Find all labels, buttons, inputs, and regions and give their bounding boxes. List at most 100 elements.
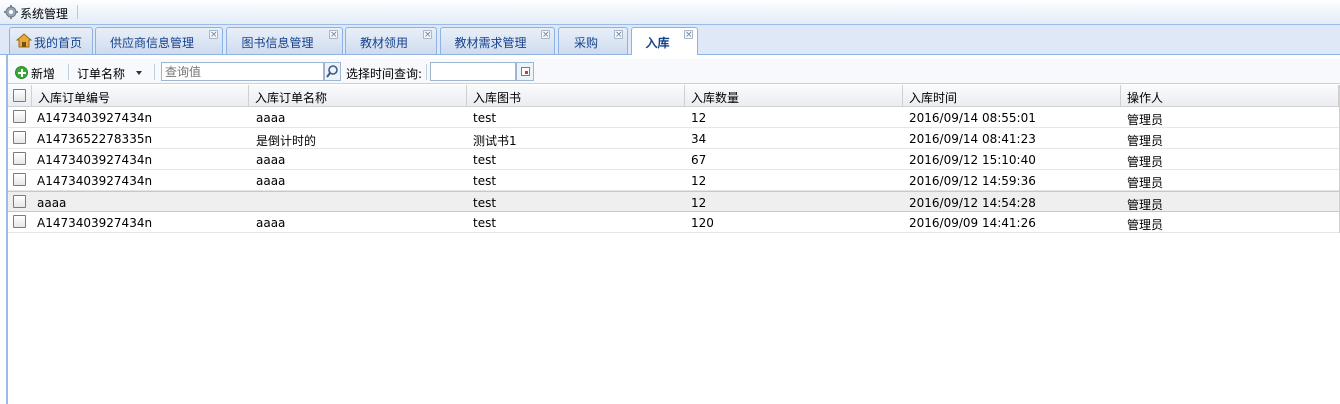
search-field-label: 订单名称 <box>77 67 126 81</box>
table-row[interactable]: A1473403927434n aaaa test 120 2016/09/09 14:… <box>8 212 1340 233</box>
table-cell: test <box>473 216 497 230</box>
tab-label: 入库 <box>645 36 670 50</box>
table-cell: A1473403927434n <box>37 111 153 125</box>
table-row[interactable]: A1473403927434n aaaa test 12 2016/09/14 08:5… <box>8 107 1340 128</box>
tab-purchase[interactable]: 采购 × <box>558 27 628 54</box>
column-header[interactable]: 入库数量 <box>685 85 903 107</box>
table-cell: 管理员 <box>1127 134 1164 148</box>
date-input[interactable] <box>430 62 516 81</box>
table-cell: 12 <box>691 174 707 188</box>
warehousing-panel: 新增 订单名称 选择时间查询: 入库订单编号 入库订单名称 入 <box>6 55 1340 404</box>
table-cell: 测试书1 <box>473 134 517 148</box>
system-management-title[interactable]: 系统管理 <box>20 5 68 22</box>
column-header[interactable]: 操作人 <box>1121 85 1339 107</box>
tab-label: 图书信息管理 <box>241 36 314 50</box>
close-icon[interactable]: × <box>209 30 218 40</box>
grid-header: 入库订单编号 入库订单名称 入库图书 入库数量 入库时间 操作人 <box>8 85 1340 107</box>
tab-book-management[interactable]: 图书信息管理 × <box>226 27 343 54</box>
close-icon[interactable]: × <box>614 30 623 40</box>
search-button[interactable] <box>324 62 341 81</box>
tab-home[interactable]: 我的首页 <box>9 27 93 54</box>
tab-label: 教材领用 <box>359 36 408 50</box>
close-icon[interactable]: × <box>423 30 432 40</box>
date-picker-button[interactable] <box>516 62 534 81</box>
table-row[interactable]: A1473403927434n aaaa test 67 2016/09/12 15:1… <box>8 149 1340 170</box>
table-cell: aaaa <box>37 196 67 210</box>
add-icon <box>15 66 28 79</box>
table-cell: 120 <box>691 216 714 230</box>
add-button[interactable]: 新增 <box>8 62 64 82</box>
close-icon[interactable]: × <box>329 30 338 40</box>
row-checkbox[interactable] <box>13 152 26 165</box>
column-header[interactable]: 入库图书 <box>467 85 685 107</box>
close-icon[interactable]: × <box>684 30 693 40</box>
column-header[interactable]: 入库订单编号 <box>32 85 249 107</box>
table-cell: 34 <box>691 132 707 146</box>
toolbar-separator <box>426 64 427 80</box>
tab-label: 供应商信息管理 <box>109 36 194 50</box>
titlebar-separator <box>77 5 78 19</box>
tab-supplier-management[interactable]: 供应商信息管理 × <box>95 27 223 54</box>
table-cell: 12 <box>691 196 707 210</box>
column-header[interactable]: 入库订单名称 <box>249 85 467 107</box>
calendar-icon <box>521 67 530 76</box>
table-cell: 管理员 <box>1127 113 1164 127</box>
date-query-label: 选择时间查询: <box>346 67 423 81</box>
toolbar-separator <box>68 64 69 80</box>
row-checkbox[interactable] <box>13 131 26 144</box>
table-row[interactable]: aaaa test 12 2016/09/12 14:54:28 管理员 <box>8 191 1340 212</box>
table-cell: 管理员 <box>1127 176 1164 190</box>
window-titlebar: 系统管理 <box>0 0 1340 25</box>
table-cell: 2016/09/12 14:54:28 <box>909 196 1036 210</box>
close-icon[interactable]: × <box>541 30 550 40</box>
gear-icon <box>4 5 18 19</box>
table-cell: A1473403927434n <box>37 153 153 167</box>
table-cell: aaaa <box>256 153 286 167</box>
tab-label: 采购 <box>573 36 598 50</box>
table-cell: 2016/09/14 08:55:01 <box>909 111 1036 125</box>
table-cell: aaaa <box>256 216 286 230</box>
tab-textbook-issue[interactable]: 教材领用 × <box>345 27 437 54</box>
tab-label: 教材需求管理 <box>454 36 527 50</box>
search-field-select[interactable]: 订单名称 <box>72 62 150 82</box>
toolbar-separator <box>154 64 155 80</box>
table-row[interactable]: A1473652278335n 是倒计时的 测试书1 34 2016/09/14 08:… <box>8 128 1340 149</box>
search-icon <box>326 65 338 78</box>
search-input[interactable] <box>161 62 324 81</box>
home-icon <box>16 33 32 48</box>
tab-label: 我的首页 <box>34 36 83 50</box>
column-header[interactable]: 入库时间 <box>903 85 1121 107</box>
table-cell: aaaa <box>256 174 286 188</box>
table-cell: 是倒计时的 <box>256 134 317 148</box>
table-cell: A1473403927434n <box>37 174 153 188</box>
table-cell: aaaa <box>256 111 286 125</box>
table-cell: test <box>473 196 497 210</box>
grid-toolbar: 新增 订单名称 选择时间查询: <box>8 59 1340 84</box>
header-select-all[interactable] <box>8 85 32 107</box>
table-cell: 管理员 <box>1127 155 1164 169</box>
table-cell: 2016/09/12 14:59:36 <box>909 174 1036 188</box>
tab-warehousing[interactable]: 入库 × <box>631 27 698 55</box>
chevron-down-icon <box>136 71 142 75</box>
table-cell: test <box>473 111 497 125</box>
table-cell: A1473652278335n <box>37 132 153 146</box>
table-cell: test <box>473 174 497 188</box>
table-cell: 2016/09/12 15:10:40 <box>909 153 1036 167</box>
table-cell: 12 <box>691 111 707 125</box>
tab-strip: 我的首页 供应商信息管理 × 图书信息管理 × 教材领用 × 教材需求管理 × … <box>0 25 1340 55</box>
table-cell: 67 <box>691 153 707 167</box>
row-checkbox[interactable] <box>13 195 26 208</box>
row-checkbox[interactable] <box>13 173 26 186</box>
table-row[interactable]: A1473403927434n aaaa test 12 2016/09/12 14:5… <box>8 170 1340 191</box>
select-all-checkbox[interactable] <box>13 89 26 102</box>
row-checkbox[interactable] <box>13 110 26 123</box>
table-cell: A1473403927434n <box>37 216 153 230</box>
tab-textbook-demand[interactable]: 教材需求管理 × <box>440 27 555 54</box>
add-button-label: 新增 <box>31 67 56 81</box>
table-cell: 2016/09/14 08:41:23 <box>909 132 1036 146</box>
table-cell: test <box>473 153 497 167</box>
table-cell: 2016/09/09 14:41:26 <box>909 216 1036 230</box>
table-cell: 管理员 <box>1127 198 1164 212</box>
table-cell: 管理员 <box>1127 218 1164 232</box>
row-checkbox[interactable] <box>13 215 26 228</box>
